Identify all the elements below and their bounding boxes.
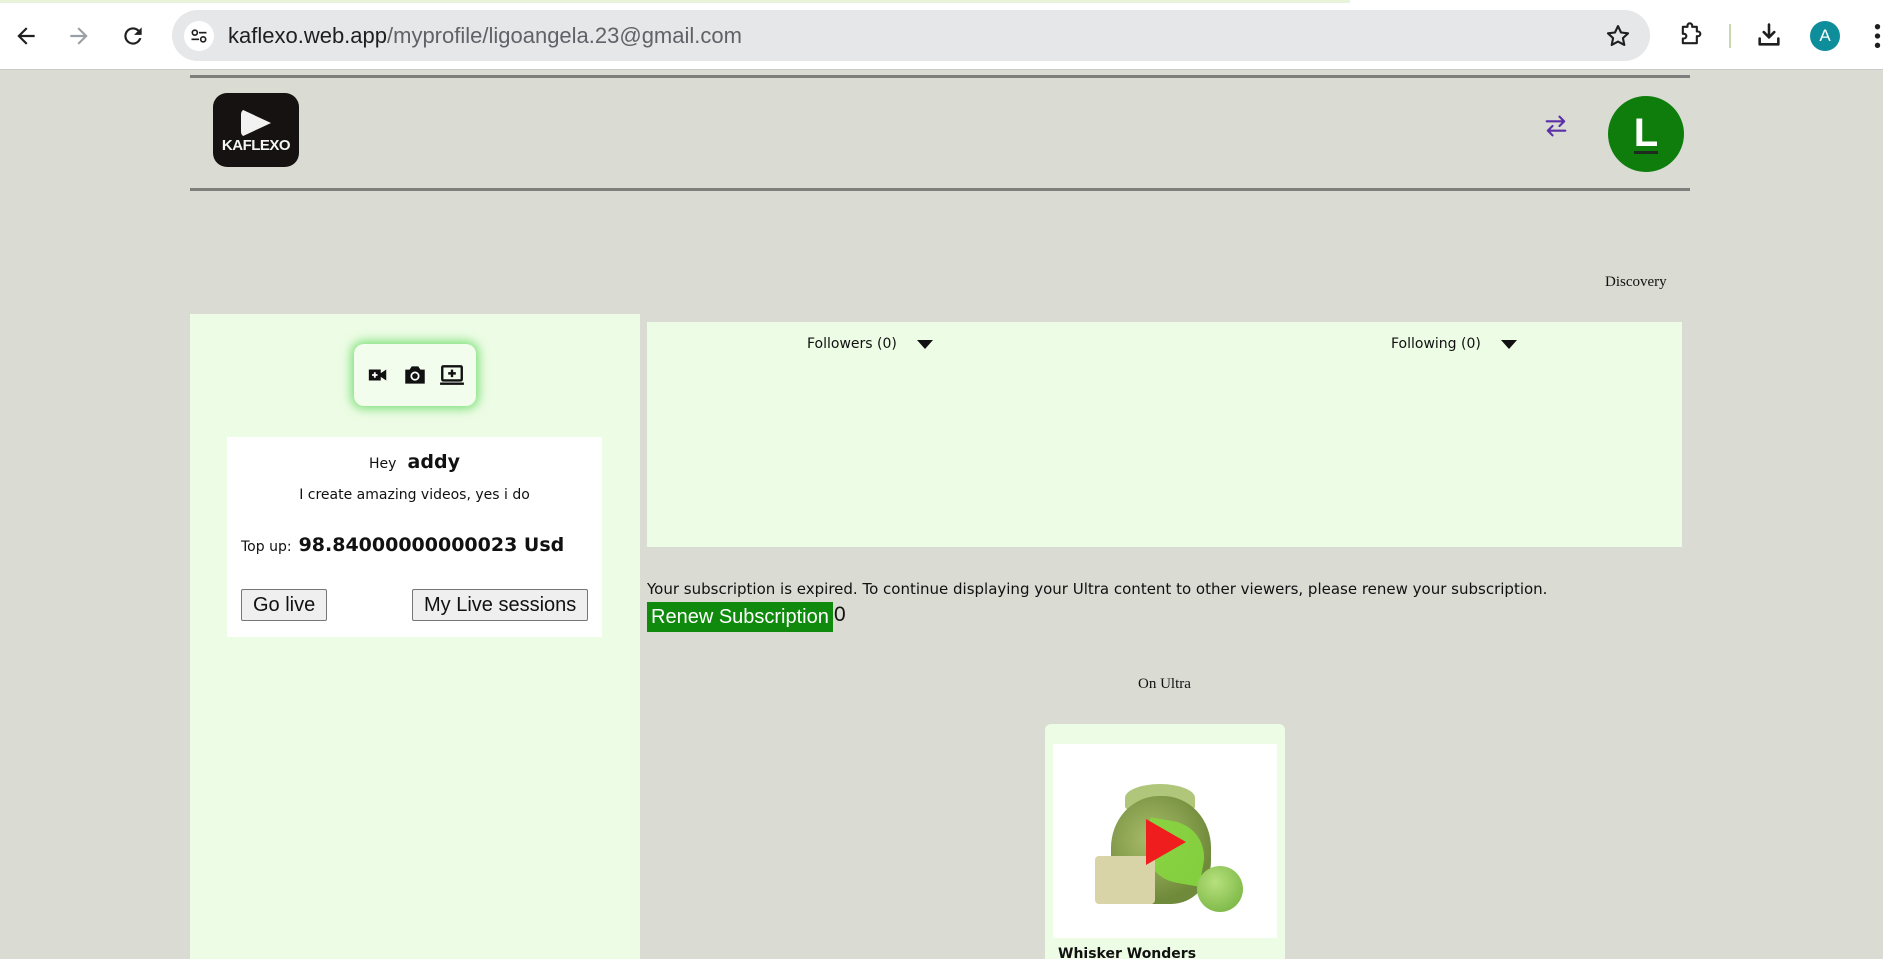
- topup-value: 98.84000000000023 Usd: [298, 534, 565, 556]
- extensions-puzzle-icon: [1681, 22, 1702, 45]
- reload-button[interactable]: [113, 16, 153, 56]
- browser-toolbar: kaflexo.web.app/myprofile/ligoangela.23@…: [0, 0, 1883, 70]
- social-panel: Followers (0) Following (0): [647, 322, 1682, 547]
- site-settings-icon[interactable]: [184, 21, 214, 51]
- discovery-link[interactable]: Discovery: [1605, 274, 1667, 291]
- logo-play-icon: [241, 109, 271, 137]
- video-card[interactable]: Whisker Wonders: [1045, 724, 1285, 959]
- kaflexo-logo[interactable]: KAFLEXO: [213, 93, 299, 167]
- url-host: kaflexo.web.app: [228, 23, 387, 48]
- logo-text: KAFLEXO: [221, 137, 291, 154]
- bookmark-star-icon[interactable]: [1604, 22, 1632, 50]
- media-toolbar: [354, 344, 476, 406]
- greeting: Hey addy: [227, 451, 602, 473]
- followers-label: Followers (0): [807, 336, 897, 352]
- followers-dropdown[interactable]: Followers (0): [807, 336, 933, 352]
- play-icon[interactable]: [1146, 819, 1186, 865]
- greeting-prefix: Hey: [369, 456, 397, 472]
- thumbnail-ball: [1197, 866, 1243, 912]
- toolbar-separator: [1729, 24, 1731, 48]
- following-dropdown[interactable]: Following (0): [1391, 336, 1517, 352]
- downloads-button[interactable]: [1752, 18, 1786, 52]
- on-ultra-heading: On Ultra: [1138, 676, 1191, 692]
- renew-count: 0: [834, 603, 846, 626]
- browser-profile-avatar[interactable]: A: [1810, 21, 1840, 51]
- more-vert-icon[interactable]: [1872, 22, 1883, 50]
- username: addy: [407, 451, 460, 473]
- forward-button[interactable]: [59, 16, 99, 56]
- video-title[interactable]: Whisker Wonders: [1058, 946, 1196, 959]
- caret-down-icon: [916, 339, 933, 349]
- back-arrow-icon: [17, 27, 35, 45]
- address-bar[interactable]: kaflexo.web.app/myprofile/ligoangela.23@…: [172, 10, 1650, 61]
- header-top-divider: [190, 75, 1690, 78]
- topup-balance: Top up: 98.84000000000023 Usd: [241, 534, 564, 556]
- user-avatar[interactable]: L: [1608, 96, 1684, 172]
- go-live-button[interactable]: Go live: [241, 589, 328, 621]
- video-add-button[interactable]: [363, 360, 393, 390]
- header-bottom-divider: [190, 188, 1690, 191]
- reload-icon: [124, 27, 142, 45]
- caret-down-icon: [1500, 339, 1517, 349]
- url-path: /myprofile/ligoangela.23@gmail.com: [387, 23, 742, 48]
- profile-card: Hey addy I create amazing videos, yes i …: [227, 437, 602, 637]
- profile-bio: I create amazing videos, yes i do: [299, 487, 530, 503]
- forward-arrow-icon: [70, 27, 88, 45]
- video-thumbnail[interactable]: [1053, 744, 1277, 938]
- subscription-expired-message: Your subscription is expired. To continu…: [647, 580, 1548, 598]
- loading-indicator: [0, 0, 1350, 3]
- back-button[interactable]: [6, 16, 46, 56]
- profile-sidebar: Hey addy I create amazing videos, yes i …: [190, 314, 640, 959]
- following-label: Following (0): [1391, 336, 1481, 352]
- camera-icon: [405, 366, 425, 384]
- screen-share-button[interactable]: [437, 360, 467, 390]
- topup-label: Top up:: [241, 539, 292, 555]
- video-camera-plus-icon: [369, 369, 387, 381]
- extensions-button[interactable]: [1674, 18, 1708, 52]
- download-icon: [1758, 23, 1780, 46]
- user-avatar-initial: L: [1633, 110, 1659, 155]
- swap-arrows-icon[interactable]: [1542, 112, 1570, 140]
- renew-subscription-button[interactable]: Renew Subscription: [647, 602, 833, 632]
- screen-share-icon: [439, 365, 464, 385]
- url-text[interactable]: kaflexo.web.app/myprofile/ligoangela.23@…: [228, 23, 742, 49]
- live-sessions-button[interactable]: My Live sessions: [412, 589, 589, 621]
- camera-button[interactable]: [400, 360, 430, 390]
